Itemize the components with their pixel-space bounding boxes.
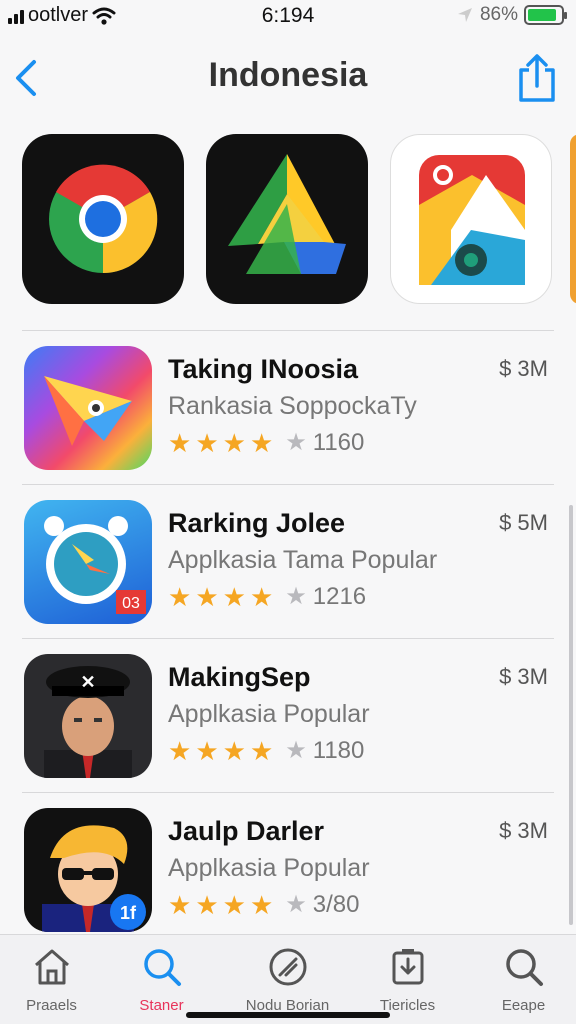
star-icon: ★ bbox=[222, 428, 246, 458]
home-indicator[interactable] bbox=[186, 1012, 390, 1018]
featured-apps bbox=[0, 134, 576, 306]
share-icon[interactable] bbox=[512, 50, 562, 106]
app-subtitle: Rankasia SoppockaTy bbox=[168, 392, 417, 420]
app-subtitle: Applkasia Popular bbox=[168, 700, 370, 728]
location-icon bbox=[457, 8, 472, 22]
page-title: Indonesia bbox=[208, 56, 368, 94]
status-bar: ootlver 6:194 86% bbox=[0, 0, 576, 30]
app-rating: ★ ★ ★ ★ ★ 1160 bbox=[168, 429, 364, 457]
search-icon bbox=[143, 949, 181, 986]
star-icon: ★ bbox=[285, 737, 307, 764]
star-icon: ★ bbox=[195, 428, 219, 458]
tab-praaels[interactable]: Praaels bbox=[0, 945, 109, 1023]
app-price: $ 5M bbox=[499, 510, 548, 535]
battery-icon bbox=[524, 5, 567, 25]
star-icon: ★ bbox=[249, 890, 274, 920]
cartoon-man-app-icon: 1f bbox=[24, 808, 152, 932]
search-icon bbox=[505, 949, 543, 986]
svg-text:✕: ✕ bbox=[80, 672, 95, 692]
app-list-item[interactable]: Taking INoosia Rankasia SoppockaTy ★ ★ ★ ★ ★… bbox=[0, 334, 576, 484]
app-rating: ★ ★ ★ ★ ★ 3/80 bbox=[168, 891, 359, 919]
app-rating: ★ ★ ★ ★ ★ 1216 bbox=[168, 583, 366, 611]
star-icon: ★ bbox=[168, 736, 192, 766]
battery-fill bbox=[528, 9, 556, 21]
scrollbar[interactable] bbox=[569, 505, 573, 925]
chrome-app-icon[interactable] bbox=[22, 134, 184, 304]
app-subtitle: Applkasia Popular bbox=[168, 854, 370, 882]
next-featured-app-icon[interactable] bbox=[570, 134, 576, 304]
star-icon: ★ bbox=[195, 736, 219, 766]
divider bbox=[22, 330, 554, 331]
app-price: $ 3M bbox=[499, 664, 548, 689]
paper-plane-app-icon bbox=[24, 346, 152, 470]
nav-header: Indonesia bbox=[0, 44, 576, 114]
app-badge: 1f bbox=[120, 903, 137, 923]
divider bbox=[22, 484, 554, 485]
app-subtitle: Applkasia Tama Popular bbox=[168, 546, 438, 574]
divider bbox=[22, 638, 554, 639]
app-badge: 03 bbox=[122, 595, 140, 612]
home-icon bbox=[34, 949, 69, 985]
app-list-item[interactable]: 03 Rarking Jolee Applkasia Tama Popular … bbox=[0, 488, 576, 638]
rating-count: 1180 bbox=[312, 737, 365, 764]
app-name: Rarking Jolee bbox=[168, 508, 346, 538]
star-icon: ★ bbox=[222, 890, 246, 920]
tab-bar: Praaels Staner Nodu Borian Tiericles Eea… bbox=[0, 934, 576, 1024]
star-icon: ★ bbox=[249, 582, 274, 612]
rating-count: 1160 bbox=[312, 429, 365, 456]
app-list-item[interactable]: 1f Jaulp Darler Applkasia Popular ★ ★ ★ ★ ★ … bbox=[0, 796, 576, 946]
tab-eeape[interactable]: Eeape bbox=[466, 945, 576, 1023]
star-icon: ★ bbox=[168, 890, 192, 920]
star-icon: ★ bbox=[285, 583, 307, 610]
app-list-item[interactable]: ✕ MakingSep Applkasia Popular ★ ★ ★ ★ ★ 1180… bbox=[0, 642, 576, 792]
divider bbox=[22, 792, 554, 793]
tab-label: Eeape bbox=[501, 997, 546, 1014]
camera-app-icon[interactable] bbox=[390, 134, 552, 304]
clock-app-icon: 03 bbox=[24, 500, 152, 624]
rating-count: 3/80 bbox=[312, 891, 360, 918]
tab-label: Praaels bbox=[26, 997, 77, 1014]
rating-count: 1216 bbox=[312, 583, 367, 610]
star-icon: ★ bbox=[222, 582, 246, 612]
app-price: $ 3M bbox=[499, 356, 548, 381]
compass-icon bbox=[269, 948, 306, 986]
triangle-app-icon[interactable] bbox=[206, 134, 368, 304]
star-icon: ★ bbox=[168, 428, 192, 458]
battery-percent: 86% bbox=[479, 4, 518, 25]
app-name: MakingSep bbox=[168, 662, 311, 692]
app-price: $ 3M bbox=[499, 818, 548, 843]
app-rating: ★ ★ ★ ★ ★ 1180 bbox=[168, 737, 364, 765]
star-icon: ★ bbox=[285, 891, 307, 918]
star-icon: ★ bbox=[195, 582, 219, 612]
app-name: Jaulp Darler bbox=[168, 816, 325, 846]
star-icon: ★ bbox=[285, 429, 307, 456]
star-icon: ★ bbox=[195, 890, 219, 920]
star-icon: ★ bbox=[249, 428, 274, 458]
download-icon bbox=[392, 949, 423, 985]
app-name: Taking INoosia bbox=[168, 354, 359, 384]
star-icon: ★ bbox=[222, 736, 246, 766]
star-icon: ★ bbox=[249, 736, 274, 766]
man-in-cap-app-icon: ✕ bbox=[24, 654, 152, 778]
star-icon: ★ bbox=[168, 582, 192, 612]
